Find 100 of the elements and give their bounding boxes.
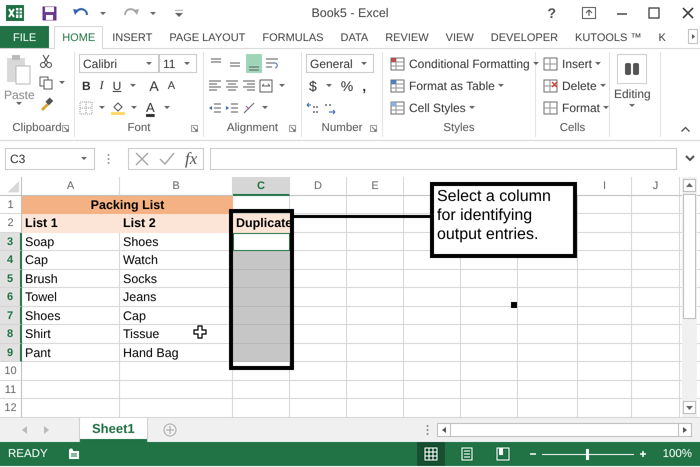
- text-orientation-icon[interactable]: [242, 100, 256, 114]
- align-left-icon[interactable]: [208, 78, 222, 92]
- horizontal-scrollbar[interactable]: [437, 423, 692, 437]
- caret-icon[interactable]: [16, 102, 22, 105]
- caret-icon[interactable]: [164, 106, 170, 109]
- caret-icon[interactable]: [131, 106, 137, 109]
- borders-icon[interactable]: [79, 100, 93, 114]
- selected-cell[interactable]: [233, 270, 290, 288]
- underline-button[interactable]: U: [110, 76, 124, 95]
- close-icon[interactable]: [682, 7, 694, 19]
- ribbon-tab[interactable]: HOME: [54, 26, 104, 49]
- ribbon-tab[interactable]: PAGE LAYOUT: [161, 26, 254, 48]
- ribbon-tab[interactable]: KUTOOLS ™: [567, 26, 650, 48]
- active-cell[interactable]: [233, 232, 290, 251]
- ribbon-tab[interactable]: K: [650, 26, 674, 48]
- editing-button[interactable]: Editing: [614, 54, 651, 119]
- caret-icon[interactable]: [595, 62, 602, 65]
- maximize-icon[interactable]: [648, 7, 660, 19]
- save-icon[interactable]: [42, 6, 57, 20]
- caret-icon[interactable]: [532, 62, 539, 65]
- caret-icon[interactable]: [150, 12, 156, 14]
- zoom-level[interactable]: 100%: [662, 448, 692, 460]
- wrap-text-icon[interactable]: [265, 56, 279, 70]
- tab-scroll-icon[interactable]: [688, 29, 698, 44]
- selected-cell[interactable]: [233, 288, 290, 306]
- caret-icon[interactable]: [100, 12, 106, 14]
- ribbon-tab[interactable]: VIEW: [438, 26, 482, 48]
- increase-decimal-icon[interactable]: [306, 100, 320, 114]
- caret-icon[interactable]: [326, 84, 332, 87]
- caret-icon[interactable]: [600, 84, 606, 87]
- fill-color-icon[interactable]: [111, 100, 125, 114]
- align-center-icon[interactable]: [225, 78, 239, 92]
- row-header[interactable]: 4: [0, 251, 22, 270]
- row-header[interactable]: 8: [0, 325, 22, 344]
- caret-icon[interactable]: [58, 81, 65, 84]
- caret-icon[interactable]: [184, 62, 190, 65]
- name-box[interactable]: C3: [5, 148, 95, 170]
- comma-button[interactable]: ,: [359, 76, 370, 95]
- zoom-thumb[interactable]: [586, 448, 590, 460]
- selected-cell[interactable]: [233, 325, 290, 344]
- ribbon-tab[interactable]: REVIEW: [377, 26, 437, 48]
- font-color-button[interactable]: A: [143, 98, 158, 117]
- insert-function-button[interactable]: fx: [185, 148, 198, 168]
- caret-icon[interactable]: [603, 106, 610, 109]
- zoom-in-icon[interactable]: [638, 450, 647, 458]
- caret-icon[interactable]: [361, 62, 367, 65]
- view-button[interactable]: [416, 442, 445, 466]
- collapse-ribbon-icon[interactable]: [681, 126, 690, 132]
- copy-icon[interactable]: [38, 76, 53, 90]
- dialog-launcher-icon[interactable]: [289, 125, 296, 132]
- row-header[interactable]: 6: [0, 288, 22, 306]
- caret-icon[interactable]: [279, 84, 285, 87]
- ribbon-tab[interactable]: INSERT: [104, 26, 160, 48]
- caret-icon[interactable]: [468, 106, 475, 109]
- excel-icon[interactable]: [6, 5, 24, 21]
- macro-icon[interactable]: [68, 448, 80, 460]
- customize-toolbar-icon[interactable]: [175, 10, 183, 16]
- italic-button[interactable]: I: [96, 76, 107, 95]
- sheet-tab[interactable]: Sheet1: [80, 418, 147, 442]
- scroll-up-icon[interactable]: [683, 179, 696, 192]
- caret-icon[interactable]: [81, 157, 87, 160]
- dialog-launcher-icon[interactable]: [62, 125, 69, 132]
- currency-button[interactable]: $: [306, 76, 320, 95]
- align-right-icon[interactable]: [242, 78, 256, 92]
- caret-icon[interactable]: [146, 62, 152, 65]
- file-tab[interactable]: FILE: [0, 26, 50, 48]
- scroll-down-icon[interactable]: [683, 401, 696, 414]
- caret-icon[interactable]: [498, 84, 504, 87]
- increase-indent-icon[interactable]: [225, 100, 239, 114]
- caret-icon[interactable]: [262, 106, 268, 109]
- merge-cells-icon[interactable]: [259, 78, 273, 92]
- format-painter-icon[interactable]: [38, 97, 53, 111]
- help-button[interactable]: ?: [547, 5, 556, 21]
- font-size-field[interactable]: 11: [159, 54, 197, 73]
- selected-cell[interactable]: [233, 344, 290, 362]
- caret-icon[interactable]: [99, 106, 105, 109]
- decrease-indent-icon[interactable]: [208, 100, 222, 114]
- caret-icon[interactable]: [130, 84, 136, 87]
- shrink-font-button[interactable]: A: [164, 76, 178, 95]
- ribbon-display-icon[interactable]: [582, 7, 596, 19]
- scissors-icon[interactable]: [38, 54, 53, 68]
- dialog-launcher-icon[interactable]: [191, 125, 198, 132]
- paste-button[interactable]: Paste: [4, 54, 35, 119]
- ribbon-tab[interactable]: DEVELOPER: [482, 26, 566, 48]
- row-header[interactable]: 5: [0, 270, 22, 288]
- selected-cell[interactable]: [233, 306, 290, 325]
- row-header[interactable]: 3: [0, 232, 22, 251]
- split-handle-icon[interactable]: [426, 424, 429, 436]
- selected-cell[interactable]: [233, 251, 290, 270]
- column-header[interactable]: C: [233, 177, 290, 196]
- row-header[interactable]: 7: [0, 306, 22, 325]
- ribbon-tab[interactable]: FORMULAS: [254, 26, 332, 48]
- ribbon-tab[interactable]: DATA: [332, 26, 376, 48]
- caret-icon[interactable]: [629, 104, 636, 107]
- number-format-field[interactable]: General: [306, 54, 374, 73]
- scrollbar-thumb[interactable]: [683, 194, 696, 319]
- grow-font-button[interactable]: A: [146, 76, 162, 95]
- formula-input[interactable]: [210, 148, 677, 170]
- font-name-field[interactable]: Calibri: [79, 54, 159, 73]
- bold-button[interactable]: B: [79, 76, 94, 95]
